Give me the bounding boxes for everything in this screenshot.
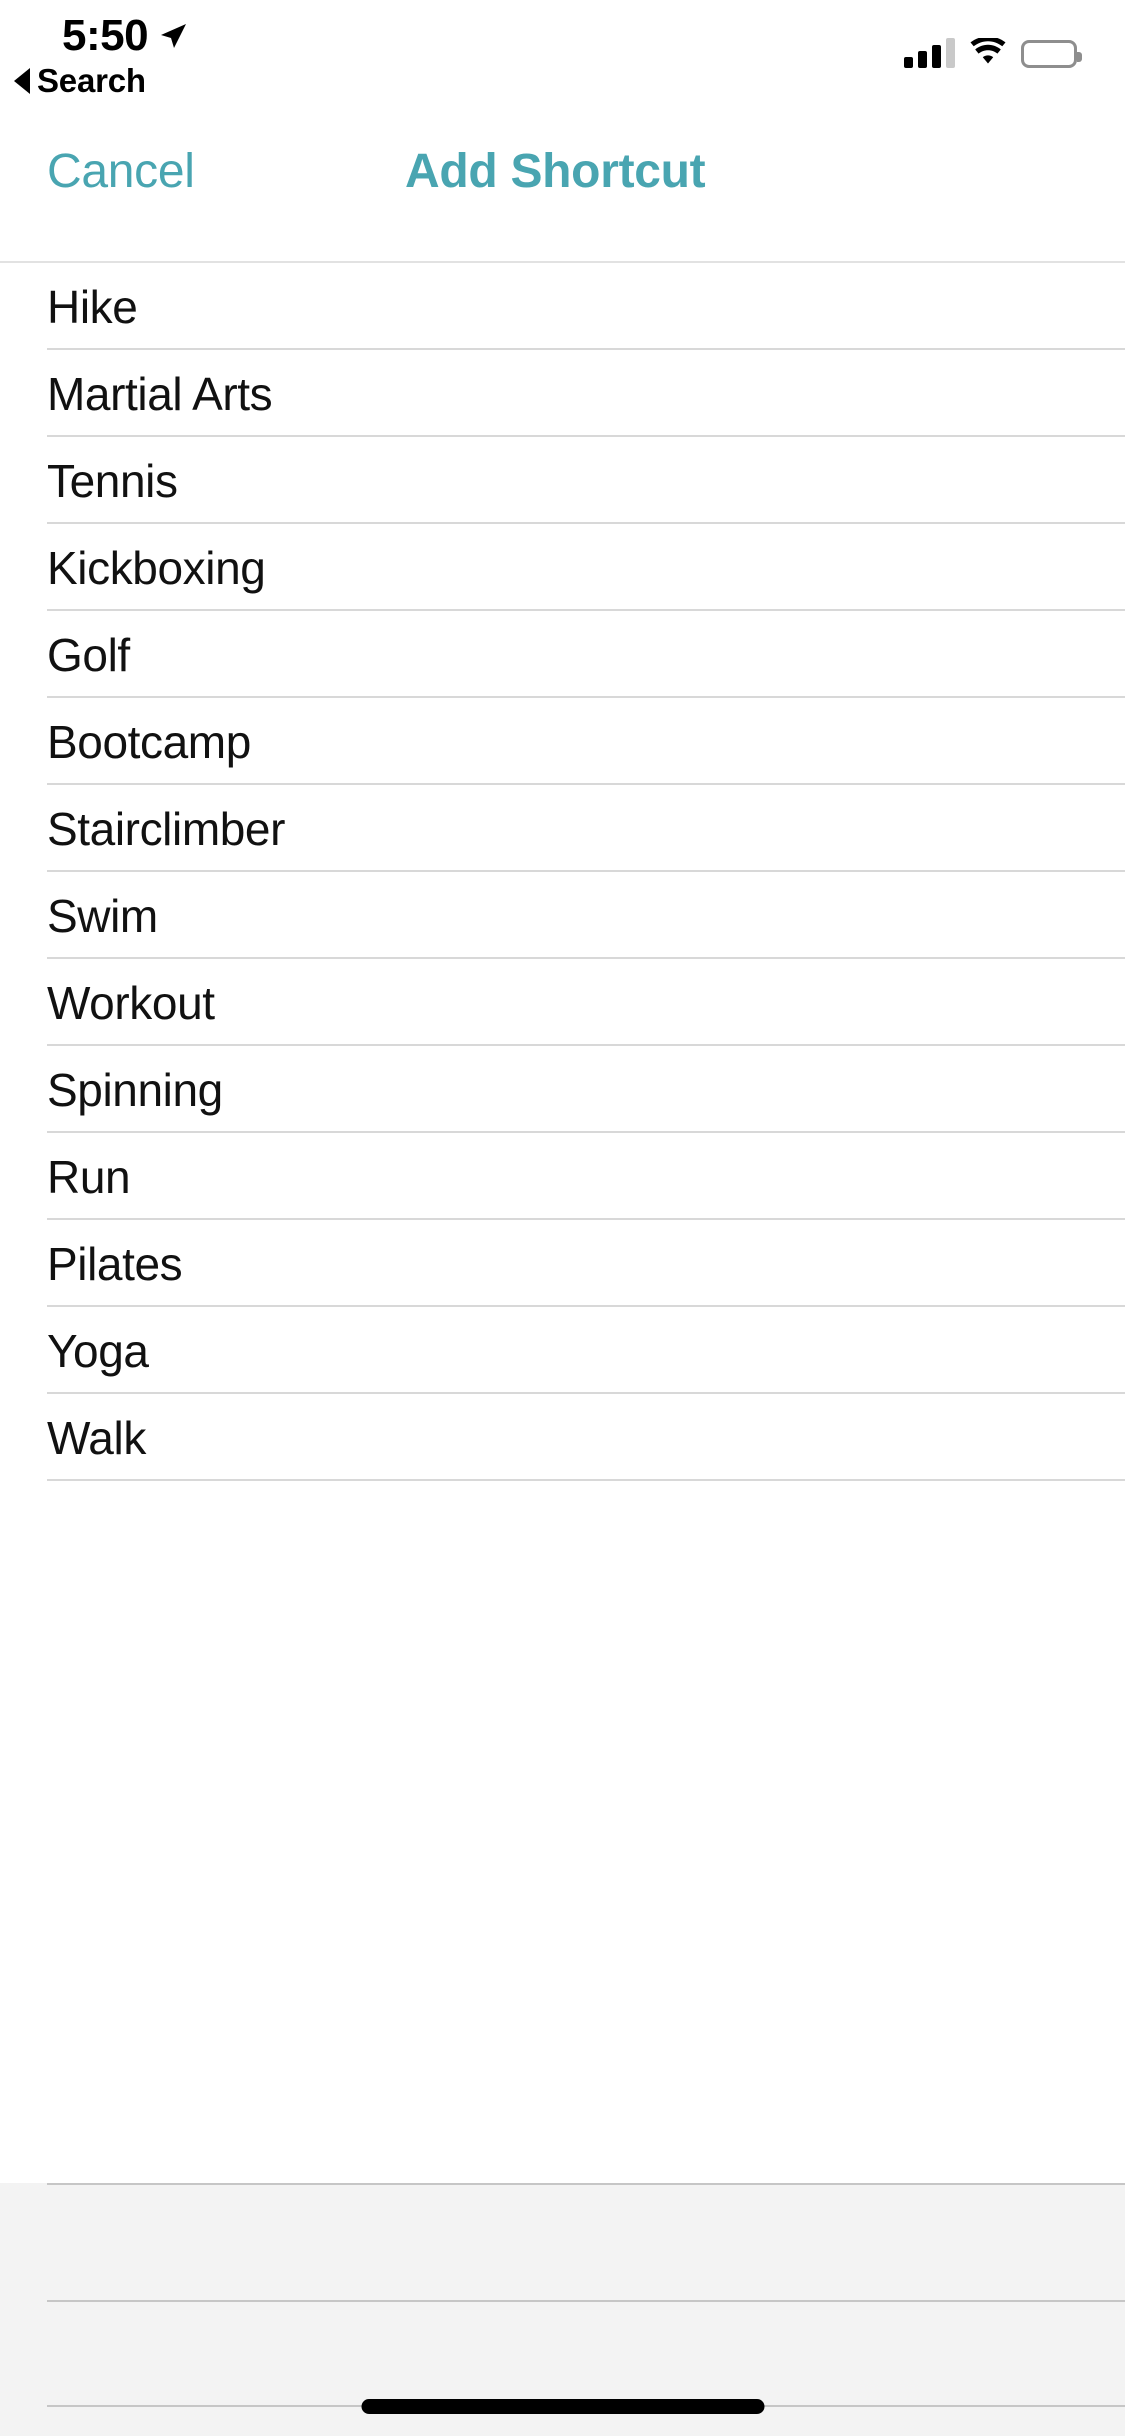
back-triangle-icon [14, 68, 30, 94]
list-item-label: Pilates [47, 1237, 183, 1290]
list-item[interactable]: Walk [0, 1394, 1125, 1481]
footer-divider [47, 2300, 1125, 2302]
list-item[interactable]: Workout [0, 959, 1125, 1046]
status-bar-clock: 5:50 [62, 11, 149, 60]
list-item-label: Swim [47, 889, 158, 942]
location-arrow-icon [161, 24, 187, 48]
footer-area [0, 2183, 1125, 2436]
cancel-button[interactable]: Cancel [47, 144, 195, 199]
list-item[interactable]: Golf [0, 611, 1125, 698]
status-bar: 5:50 Search [0, 0, 1125, 99]
status-bar-left: 5:50 [62, 12, 188, 60]
list-item-label: Hike [47, 280, 138, 333]
list-item-label: Yoga [47, 1324, 149, 1377]
status-bar-right [904, 28, 1082, 68]
list-item-label: Bootcamp [47, 715, 251, 768]
list-item[interactable]: Bootcamp [0, 698, 1125, 785]
list-item-label: Golf [47, 628, 130, 681]
battery-icon [1021, 40, 1082, 68]
list-item[interactable]: Kickboxing [0, 524, 1125, 611]
list-item[interactable]: Run [0, 1133, 1125, 1220]
list-item-label: Martial Arts [47, 367, 273, 420]
list-item[interactable]: Hike [0, 263, 1125, 350]
list-item-label: Walk [47, 1411, 146, 1464]
back-to-search-button[interactable]: Search [14, 62, 146, 100]
list-item[interactable]: Spinning [0, 1046, 1125, 1133]
back-app-label: Search [37, 62, 146, 99]
home-indicator[interactable] [361, 2399, 764, 2414]
page-title: Add Shortcut [405, 145, 706, 198]
wifi-icon [970, 38, 1006, 64]
list-item-label: Run [47, 1150, 131, 1203]
list-item-label: Workout [47, 976, 215, 1029]
list-item-label: Stairclimber [47, 802, 286, 855]
list-item[interactable]: Pilates [0, 1220, 1125, 1307]
footer-divider [47, 2183, 1125, 2185]
list-item-label: Tennis [47, 454, 178, 507]
list-item-label: Kickboxing [47, 541, 266, 594]
activity-list[interactable]: Hike Martial Arts Tennis Kickboxing Golf Boot… [0, 263, 1125, 1481]
list-item[interactable]: Tennis [0, 437, 1125, 524]
list-item-label: Spinning [47, 1063, 223, 1116]
navigation-bar: Cancel Add Shortcut [0, 96, 1125, 263]
cellular-signal-icon [904, 38, 955, 68]
list-item[interactable]: Yoga [0, 1307, 1125, 1394]
list-item[interactable]: Martial Arts [0, 350, 1125, 437]
list-item[interactable]: Swim [0, 872, 1125, 959]
list-item[interactable]: Stairclimber [0, 785, 1125, 872]
